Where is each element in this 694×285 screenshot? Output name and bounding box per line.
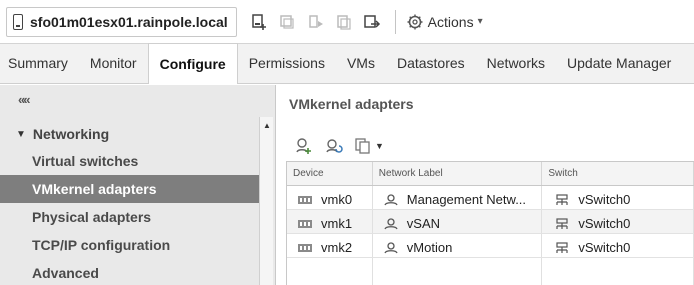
- section-title: VMkernel adapters: [289, 96, 414, 112]
- collapse-sidebar-icon[interactable]: ««: [18, 92, 31, 107]
- host-icon: [13, 13, 23, 30]
- grid-empty-area: [287, 258, 694, 285]
- network-icon: [383, 241, 399, 254]
- add-host-icon[interactable]: [251, 13, 269, 31]
- tab-update-manager[interactable]: Update Manager: [556, 43, 682, 83]
- networking-group-header[interactable]: ▼ Networking: [0, 121, 260, 147]
- cell-device: vmk0: [287, 186, 373, 209]
- add-vm-icon[interactable]: [279, 13, 297, 31]
- empty-cell: [542, 258, 694, 285]
- expand-triangle-icon: ▼: [16, 128, 26, 140]
- sidebar-item-tcp-ip-configuration[interactable]: TCP/IP configuration: [0, 231, 260, 259]
- cell-text: vSwitch0: [578, 192, 631, 207]
- sidebar-item-virtual-switches[interactable]: Virtual switches: [0, 147, 260, 175]
- main-panel: VMkernel adapters ▼ Device Network Label S…: [277, 85, 694, 285]
- network-icon: [383, 217, 399, 230]
- cell-text: vmk2: [321, 240, 353, 255]
- column-header-switch[interactable]: Switch: [542, 162, 694, 185]
- switch-icon: [554, 193, 570, 206]
- actions-menu[interactable]: Actions ▾: [406, 13, 483, 31]
- tab-configure[interactable]: Configure: [147, 43, 238, 84]
- cell-switch: vSwitch0: [542, 186, 694, 209]
- cell-text: vMotion: [406, 240, 453, 255]
- vmkernel-grid: Device Network Label Switch vmk0 Management…: [286, 161, 694, 285]
- cell-label: Management Netw...: [373, 186, 543, 209]
- object-titlebar: sfo01m01esx01.rainpole.local Actions ▾: [0, 0, 694, 44]
- scroll-up-icon[interactable]: ▲: [263, 121, 271, 130]
- configure-sidebar: «« ▼ Networking Virtual switches VMkernel…: [0, 85, 276, 285]
- grid-header: Device Network Label Switch: [287, 162, 694, 186]
- cell-device: vmk2: [287, 234, 373, 257]
- power-icon[interactable]: [307, 13, 325, 31]
- networking-group-label: Networking: [32, 126, 110, 142]
- tab-networks[interactable]: Networks: [476, 43, 556, 83]
- cell-text: vmk1: [321, 216, 353, 231]
- tab-datastores[interactable]: Datastores: [386, 43, 476, 83]
- tab-permissions[interactable]: Permissions: [238, 43, 336, 83]
- tab-summary[interactable]: Summary: [0, 43, 79, 83]
- object-tabs: Summary Monitor Configure Permissions VMs Dat…: [0, 43, 694, 84]
- nic-icon: [297, 218, 313, 230]
- cell-text: vSwitch0: [578, 216, 631, 231]
- header-toolbar: [251, 9, 400, 34]
- sidebar-item-physical-adapters[interactable]: Physical adapters: [0, 203, 260, 231]
- table-row[interactable]: vmk1 vSAN vSwitch0: [287, 210, 694, 234]
- cell-text: vSAN: [406, 216, 441, 231]
- empty-cell: [287, 258, 373, 285]
- chevron-down-icon[interactable]: ▼: [375, 141, 384, 151]
- cell-switch: vSwitch0: [542, 234, 694, 257]
- sidebar-item-vmkernel-adapters[interactable]: VMkernel adapters: [0, 175, 260, 203]
- host-name: sfo01m01esx01.rainpole.local: [30, 13, 228, 30]
- column-header-network-label[interactable]: Network Label: [373, 162, 543, 185]
- cell-text: Management Netw...: [406, 192, 527, 207]
- networking-group: ▼ Networking Virtual switches VMkernel ad…: [0, 121, 260, 285]
- clone-icon[interactable]: [335, 13, 353, 31]
- switch-icon: [554, 217, 570, 230]
- tab-monitor[interactable]: Monitor: [79, 43, 148, 83]
- add-networking-icon[interactable]: [293, 137, 313, 155]
- toolbar-separator: [394, 9, 396, 34]
- cell-label: vMotion: [373, 234, 543, 257]
- tab-vms[interactable]: VMs: [336, 43, 386, 83]
- sidebar-item-advanced[interactable]: Advanced: [0, 259, 260, 285]
- gear-icon: [407, 14, 423, 29]
- chevron-down-icon: ▾: [477, 16, 483, 27]
- cell-label: vSAN: [373, 210, 543, 233]
- copy-icon[interactable]: [353, 137, 373, 155]
- empty-cell: [373, 258, 543, 285]
- cell-switch: vSwitch0: [542, 210, 694, 233]
- host-title: sfo01m01esx01.rainpole.local: [6, 6, 237, 37]
- table-row[interactable]: vmk2 vMotion vSwitch0: [287, 234, 694, 258]
- sidebar-scrollbar[interactable]: ▲: [259, 117, 273, 285]
- table-row[interactable]: vmk0 Management Netw... vSwitch0: [287, 186, 694, 210]
- cell-text: vmk0: [321, 192, 353, 207]
- grid-toolbar: ▼: [293, 137, 384, 155]
- cell-device: vmk1: [287, 210, 373, 233]
- nic-icon: [297, 194, 313, 206]
- refresh-icon[interactable]: [323, 137, 343, 155]
- network-icon: [383, 193, 399, 206]
- cell-text: vSwitch0: [578, 240, 631, 255]
- actions-label: Actions: [427, 13, 474, 30]
- migrate-icon[interactable]: [363, 13, 381, 31]
- switch-icon: [554, 241, 570, 254]
- nic-icon: [297, 242, 313, 254]
- column-header-device[interactable]: Device: [287, 162, 373, 185]
